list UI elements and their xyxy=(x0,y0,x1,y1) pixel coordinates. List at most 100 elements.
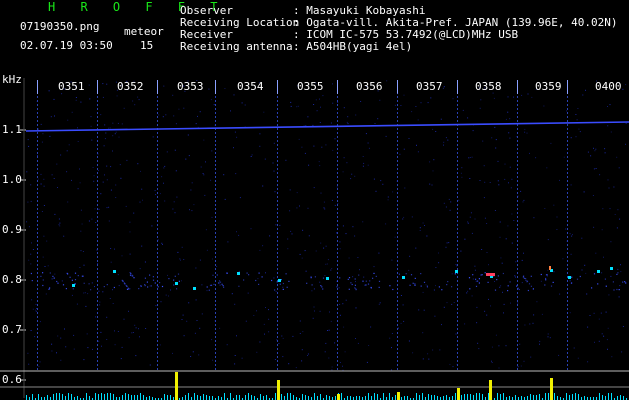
noise-dot xyxy=(189,209,190,211)
minute-grid-dot xyxy=(215,360,216,362)
freq-tick-0-6: 0.6 xyxy=(2,373,22,386)
noise-dot xyxy=(155,194,157,196)
minute-grid-dot xyxy=(567,276,568,278)
minute-grid-dot xyxy=(517,148,518,150)
minute-grid-dot xyxy=(97,236,98,238)
noise-dot xyxy=(314,310,315,312)
minute-grid-dot xyxy=(457,208,458,210)
minute-grid-dot xyxy=(397,228,398,230)
minute-grid-dot xyxy=(397,300,398,302)
noise-dot xyxy=(605,311,607,313)
noise-dot xyxy=(40,183,42,185)
noise-dot xyxy=(155,305,157,307)
noise-dot xyxy=(167,274,168,276)
noise-dot xyxy=(370,326,372,328)
minute-grid-dot xyxy=(37,196,38,198)
minute-marker xyxy=(337,80,338,94)
minute-grid-dot xyxy=(517,104,518,106)
noise-dot xyxy=(108,220,110,222)
noise-dot xyxy=(570,253,572,255)
minute-grid-dot xyxy=(397,140,398,142)
noise-dot xyxy=(132,100,134,102)
band-noise-dot xyxy=(306,282,308,284)
minute-grid-dot xyxy=(517,220,518,222)
noise-dot xyxy=(461,167,463,169)
band-noise-dot xyxy=(42,272,44,274)
noise-dot xyxy=(607,125,609,127)
minute-grid-dot xyxy=(567,368,568,370)
band-noise-dot xyxy=(113,286,115,289)
minute-grid-dot xyxy=(517,340,518,342)
minute-grid-dot xyxy=(97,336,98,338)
noise-dot xyxy=(37,178,39,180)
minute-grid-dot xyxy=(397,212,398,214)
activity-bar xyxy=(260,394,261,400)
minute-grid-dot xyxy=(567,140,568,142)
noise-dot xyxy=(206,249,208,251)
band-noise-dot xyxy=(311,284,313,286)
minute-grid-dot xyxy=(37,184,38,186)
time-tick-0354: 0354 xyxy=(237,80,264,93)
minute-grid-dot xyxy=(157,180,158,182)
band-noise-dot xyxy=(507,285,509,287)
minute-grid-dot xyxy=(215,252,216,254)
noise-dot xyxy=(241,102,243,104)
noise-dot xyxy=(325,245,327,247)
activity-bar xyxy=(101,393,102,400)
noise-dot xyxy=(491,360,492,362)
minute-grid-dot xyxy=(397,304,398,306)
minute-grid-dot xyxy=(517,244,518,246)
minute-grid-dot xyxy=(97,292,98,294)
noise-dot xyxy=(456,363,458,365)
noise-dot xyxy=(173,115,175,117)
noise-dot xyxy=(331,268,333,270)
minute-grid-dot xyxy=(215,148,216,150)
minute-grid-dot xyxy=(37,156,38,158)
noise-dot xyxy=(183,335,185,337)
noise-dot xyxy=(408,138,410,139)
noise-dot xyxy=(429,161,431,163)
band-noise-dot xyxy=(336,286,338,288)
minute-grid-dot xyxy=(567,204,568,206)
freq-unit-label: kHz xyxy=(2,73,22,86)
minute-grid-dot xyxy=(277,364,278,366)
minute-grid-dot xyxy=(517,236,518,238)
band-noise-dot xyxy=(617,272,619,274)
noise-dot xyxy=(30,200,32,202)
minute-grid-dot xyxy=(215,188,216,190)
minute-marker xyxy=(157,80,158,94)
noise-dot xyxy=(517,366,519,368)
band-noise-dot xyxy=(570,282,572,284)
band-noise-dot xyxy=(221,283,223,285)
activity-bar xyxy=(416,393,417,400)
noise-dot xyxy=(427,102,429,104)
band-noise-dot xyxy=(579,275,581,278)
minute-grid-dot xyxy=(337,332,338,334)
band-noise-dot xyxy=(516,285,518,287)
noise-dot xyxy=(84,292,86,294)
minute-grid-dot xyxy=(37,220,38,222)
noise-dot xyxy=(114,344,116,346)
noise-dot xyxy=(51,350,53,352)
noise-dot xyxy=(27,201,29,203)
noise-dot xyxy=(86,333,88,335)
minute-grid-dot xyxy=(397,96,398,98)
noise-dot xyxy=(347,116,349,118)
minute-grid-dot xyxy=(37,300,38,302)
band-noise-dot xyxy=(527,289,529,292)
activity-bar xyxy=(188,393,189,400)
noise-dot xyxy=(497,180,499,182)
minute-grid-dot xyxy=(337,304,338,306)
noise-dot xyxy=(461,176,463,178)
band-noise-dot xyxy=(90,289,92,291)
band-noise-dot xyxy=(218,282,220,284)
band-noise-dot xyxy=(409,284,411,286)
minute-grid-dot xyxy=(37,332,38,334)
noise-dot xyxy=(164,165,166,167)
minute-marker xyxy=(37,80,38,94)
noise-dot xyxy=(73,334,75,336)
noise-dot xyxy=(456,265,458,267)
noise-dot xyxy=(93,180,95,182)
noise-dot xyxy=(541,313,543,315)
noise-dot xyxy=(54,213,56,215)
